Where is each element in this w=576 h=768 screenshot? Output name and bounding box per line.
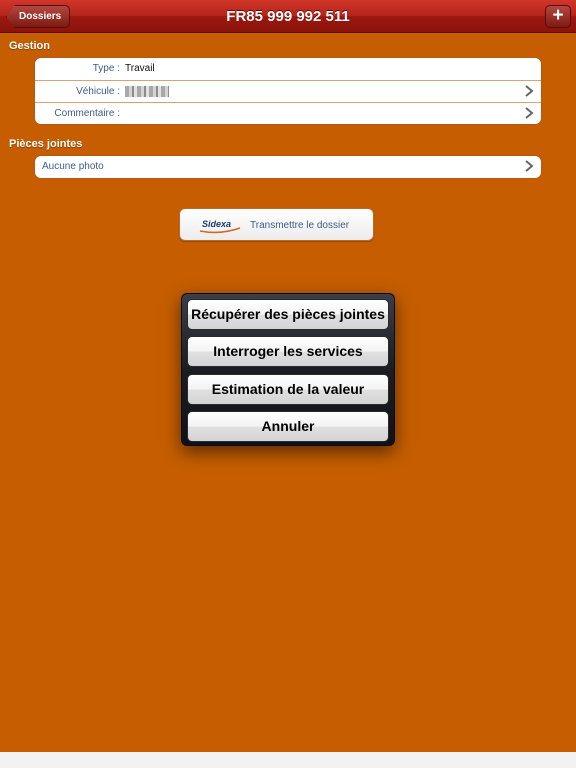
estimation-valeur-button[interactable]: Estimation de la valeur [187, 374, 389, 405]
aucune-photo-label: Aucune photo [42, 161, 104, 172]
transmit-dossier-label: Transmettre le dossier [250, 220, 350, 231]
recuperer-pieces-jointes-button[interactable]: Récupérer des pièces jointes [187, 299, 389, 330]
row-vehicule[interactable]: Véhicule : [35, 80, 541, 102]
annuler-button[interactable]: Annuler [187, 411, 389, 442]
navigation-bar: Dossiers FR85 999 992 511 + [0, 0, 576, 33]
bottom-strip [0, 752, 576, 768]
type-label: Type : [92, 63, 120, 74]
vehicule-redacted-value [125, 86, 169, 97]
transmit-dossier-button[interactable]: Sidexa Transmettre le dossier [179, 208, 374, 241]
svg-text:Sidexa: Sidexa [202, 219, 231, 229]
type-value: Travail [125, 63, 155, 74]
pieces-jointes-group: Aucune photo [34, 155, 542, 179]
page-title: FR85 999 992 511 [226, 8, 350, 25]
interroger-services-button[interactable]: Interroger les services [187, 336, 389, 367]
row-commentaire[interactable]: Commentaire : [35, 102, 541, 124]
row-aucune-photo[interactable]: Aucune photo [35, 156, 541, 178]
section-header-gestion: Gestion [9, 40, 50, 52]
sidexa-logo-icon: Sidexa [199, 219, 241, 234]
chevron-right-icon [525, 160, 534, 172]
section-header-pieces-jointes: Pièces jointes [9, 138, 83, 150]
gestion-group: Type : Travail Véhicule : Commentaire : [34, 57, 542, 125]
row-type: Type : Travail [35, 58, 541, 80]
action-sheet: Récupérer des pièces jointes Interroger … [181, 293, 395, 446]
chevron-right-icon [525, 107, 534, 119]
chevron-right-icon [525, 85, 534, 97]
commentaire-label: Commentaire : [54, 108, 120, 119]
app-screen: Dossiers FR85 999 992 511 + Gestion Type… [0, 0, 576, 752]
plus-icon: + [552, 5, 564, 26]
vehicule-label: Véhicule : [76, 86, 120, 97]
add-button[interactable]: + [545, 5, 571, 28]
